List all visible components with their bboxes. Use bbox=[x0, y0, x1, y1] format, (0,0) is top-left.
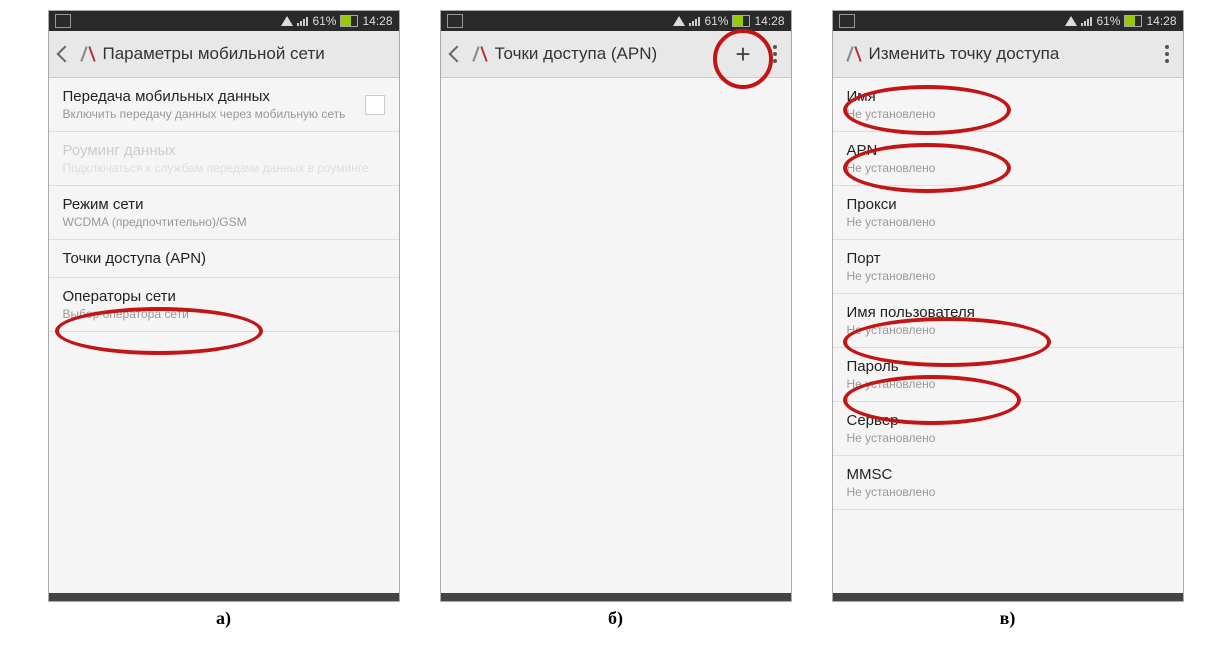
add-icon[interactable]: + bbox=[727, 41, 758, 67]
page-title: Точки доступа (APN) bbox=[495, 44, 722, 64]
page-title: Параметры мобильной сети bbox=[103, 44, 393, 64]
clock: 14:28 bbox=[362, 14, 392, 28]
nav-bar bbox=[833, 593, 1183, 601]
signal-icon bbox=[297, 17, 308, 26]
item-subtitle: Включить передачу данных через мобильную… bbox=[63, 107, 385, 121]
clock: 14:28 bbox=[1146, 14, 1176, 28]
field-mmsc[interactable]: MMSC Не установлено bbox=[833, 456, 1183, 510]
notification-icon bbox=[55, 14, 71, 28]
settings-list: Передача мобильных данных Включить перед… bbox=[49, 78, 399, 602]
field-apn[interactable]: APN Не установлено bbox=[833, 132, 1183, 186]
signal-icon bbox=[689, 17, 700, 26]
field-value: Не установлено bbox=[847, 485, 1169, 499]
field-value: Не установлено bbox=[847, 215, 1169, 229]
field-name[interactable]: Имя Не установлено bbox=[833, 78, 1183, 132]
field-value: Не установлено bbox=[847, 107, 1169, 121]
status-bar: 61% 14:28 bbox=[441, 11, 791, 31]
field-server[interactable]: Сервер Не установлено bbox=[833, 402, 1183, 456]
field-label: Имя пользователя bbox=[847, 304, 1169, 321]
field-value: Не установлено bbox=[847, 377, 1169, 391]
item-data-roaming: Роуминг данных Подключаться к службам пе… bbox=[49, 132, 399, 186]
caption-b: б) bbox=[608, 608, 623, 629]
settings-tools-icon bbox=[79, 45, 97, 63]
field-value: Не установлено bbox=[847, 269, 1169, 283]
nav-bar bbox=[441, 593, 791, 601]
overflow-icon[interactable] bbox=[1157, 45, 1177, 63]
item-title: Режим сети bbox=[63, 196, 385, 213]
field-label: Имя bbox=[847, 88, 1169, 105]
field-label: Прокси bbox=[847, 196, 1169, 213]
field-label: Порт bbox=[847, 250, 1169, 267]
page-title: Изменить точку доступа bbox=[869, 44, 1151, 64]
field-value: Не установлено bbox=[847, 161, 1169, 175]
field-value: Не установлено bbox=[847, 323, 1169, 337]
checkbox[interactable] bbox=[365, 95, 385, 115]
item-mobile-data[interactable]: Передача мобильных данных Включить перед… bbox=[49, 78, 399, 132]
notification-icon bbox=[447, 14, 463, 28]
field-label: Сервер bbox=[847, 412, 1169, 429]
status-bar: 61% 14:28 bbox=[49, 11, 399, 31]
phone-a: 61% 14:28 Параметры мобильной сети Перед… bbox=[48, 10, 400, 602]
item-subtitle: WCDMA (предпочтительно)/GSM bbox=[63, 215, 385, 229]
field-label: APN bbox=[847, 142, 1169, 159]
overflow-icon[interactable] bbox=[765, 45, 785, 63]
field-port[interactable]: Порт Не установлено bbox=[833, 240, 1183, 294]
nav-bar bbox=[49, 593, 399, 601]
field-label: Пароль bbox=[847, 358, 1169, 375]
header-bar: Изменить точку доступа bbox=[833, 31, 1183, 78]
item-network-mode[interactable]: Режим сети WCDMA (предпочтительно)/GSM bbox=[49, 186, 399, 240]
caption-a: а) bbox=[216, 608, 231, 629]
item-apn[interactable]: Точки доступа (APN) bbox=[49, 240, 399, 278]
header-bar: Параметры мобильной сети bbox=[49, 31, 399, 78]
back-icon[interactable] bbox=[56, 46, 73, 63]
apn-list-empty bbox=[441, 78, 791, 602]
wifi-icon bbox=[281, 16, 293, 26]
item-title: Роуминг данных bbox=[63, 142, 385, 159]
status-bar: 61% 14:28 bbox=[833, 11, 1183, 31]
field-label: MMSC bbox=[847, 466, 1169, 483]
settings-tools-icon bbox=[471, 45, 489, 63]
item-operators[interactable]: Операторы сети Выбор оператора сети bbox=[49, 278, 399, 332]
wifi-icon bbox=[1065, 16, 1077, 26]
apn-edit-list: Имя Не установлено APN Не установлено Пр… bbox=[833, 78, 1183, 602]
field-password[interactable]: Пароль Не установлено bbox=[833, 348, 1183, 402]
battery-icon bbox=[732, 15, 750, 27]
phone-b: 61% 14:28 Точки доступа (APN) + bbox=[440, 10, 792, 602]
battery-label: 61% bbox=[1096, 14, 1120, 28]
item-title: Точки доступа (APN) bbox=[63, 250, 385, 267]
item-title: Передача мобильных данных bbox=[63, 88, 385, 105]
battery-label: 61% bbox=[704, 14, 728, 28]
battery-label: 61% bbox=[312, 14, 336, 28]
battery-icon bbox=[340, 15, 358, 27]
settings-tools-icon bbox=[845, 45, 863, 63]
clock: 14:28 bbox=[754, 14, 784, 28]
back-icon[interactable] bbox=[448, 46, 465, 63]
signal-icon bbox=[1081, 17, 1092, 26]
notification-icon bbox=[839, 14, 855, 28]
field-username[interactable]: Имя пользователя Не установлено bbox=[833, 294, 1183, 348]
header-bar: Точки доступа (APN) + bbox=[441, 31, 791, 78]
item-subtitle: Подключаться к службам передачи данных в… bbox=[63, 161, 385, 175]
phone-c: 61% 14:28 Изменить точку доступа Имя Не … bbox=[832, 10, 1184, 602]
item-title: Операторы сети bbox=[63, 288, 385, 305]
battery-icon bbox=[1124, 15, 1142, 27]
field-value: Не установлено bbox=[847, 431, 1169, 445]
wifi-icon bbox=[673, 16, 685, 26]
item-subtitle: Выбор оператора сети bbox=[63, 307, 385, 321]
caption-c: в) bbox=[1000, 608, 1016, 629]
field-proxy[interactable]: Прокси Не установлено bbox=[833, 186, 1183, 240]
